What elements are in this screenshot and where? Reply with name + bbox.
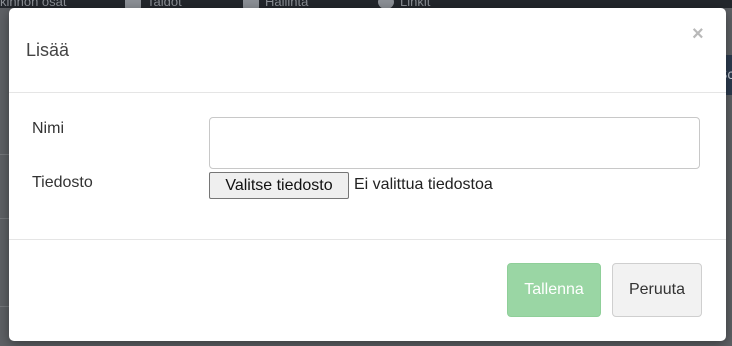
close-button[interactable]: × (692, 24, 704, 44)
save-button[interactable]: Tallenna (507, 263, 601, 317)
file-status-text: Ei valittua tiedostoa (354, 176, 493, 193)
chart-icon (125, 0, 141, 8)
globe-icon (378, 0, 394, 8)
add-dialog: Lisää × Nimi Tiedosto Valitse tiedosto E… (9, 8, 726, 341)
users-icon (243, 0, 259, 8)
name-input[interactable] (209, 117, 700, 169)
file-label: Tiedosto (32, 174, 93, 191)
nav-item-links[interactable]: Linkit (378, 0, 430, 8)
nav-item-skills[interactable]: Taidot (125, 0, 182, 8)
nav-item-admin[interactable]: Hallinta (243, 0, 308, 8)
background-navbar: kinnon osat Taidot Hallinta Linkit (0, 0, 732, 8)
cancel-button[interactable]: Peruuta (612, 263, 702, 317)
dialog-title: Lisää (26, 40, 70, 60)
dialog-footer-divider (9, 239, 726, 240)
choose-file-button[interactable]: Valitse tiedosto (209, 172, 349, 199)
nav-item-label: Hallinta (265, 0, 309, 8)
name-label: Nimi (32, 120, 64, 137)
nav-item-parts[interactable]: kinnon osat (0, 0, 67, 8)
nav-item-label: kinnon osat (0, 0, 67, 8)
nav-item-label: Linkit (400, 0, 431, 8)
nav-item-label: Taidot (147, 0, 182, 8)
dialog-header: Lisää × (9, 8, 726, 93)
